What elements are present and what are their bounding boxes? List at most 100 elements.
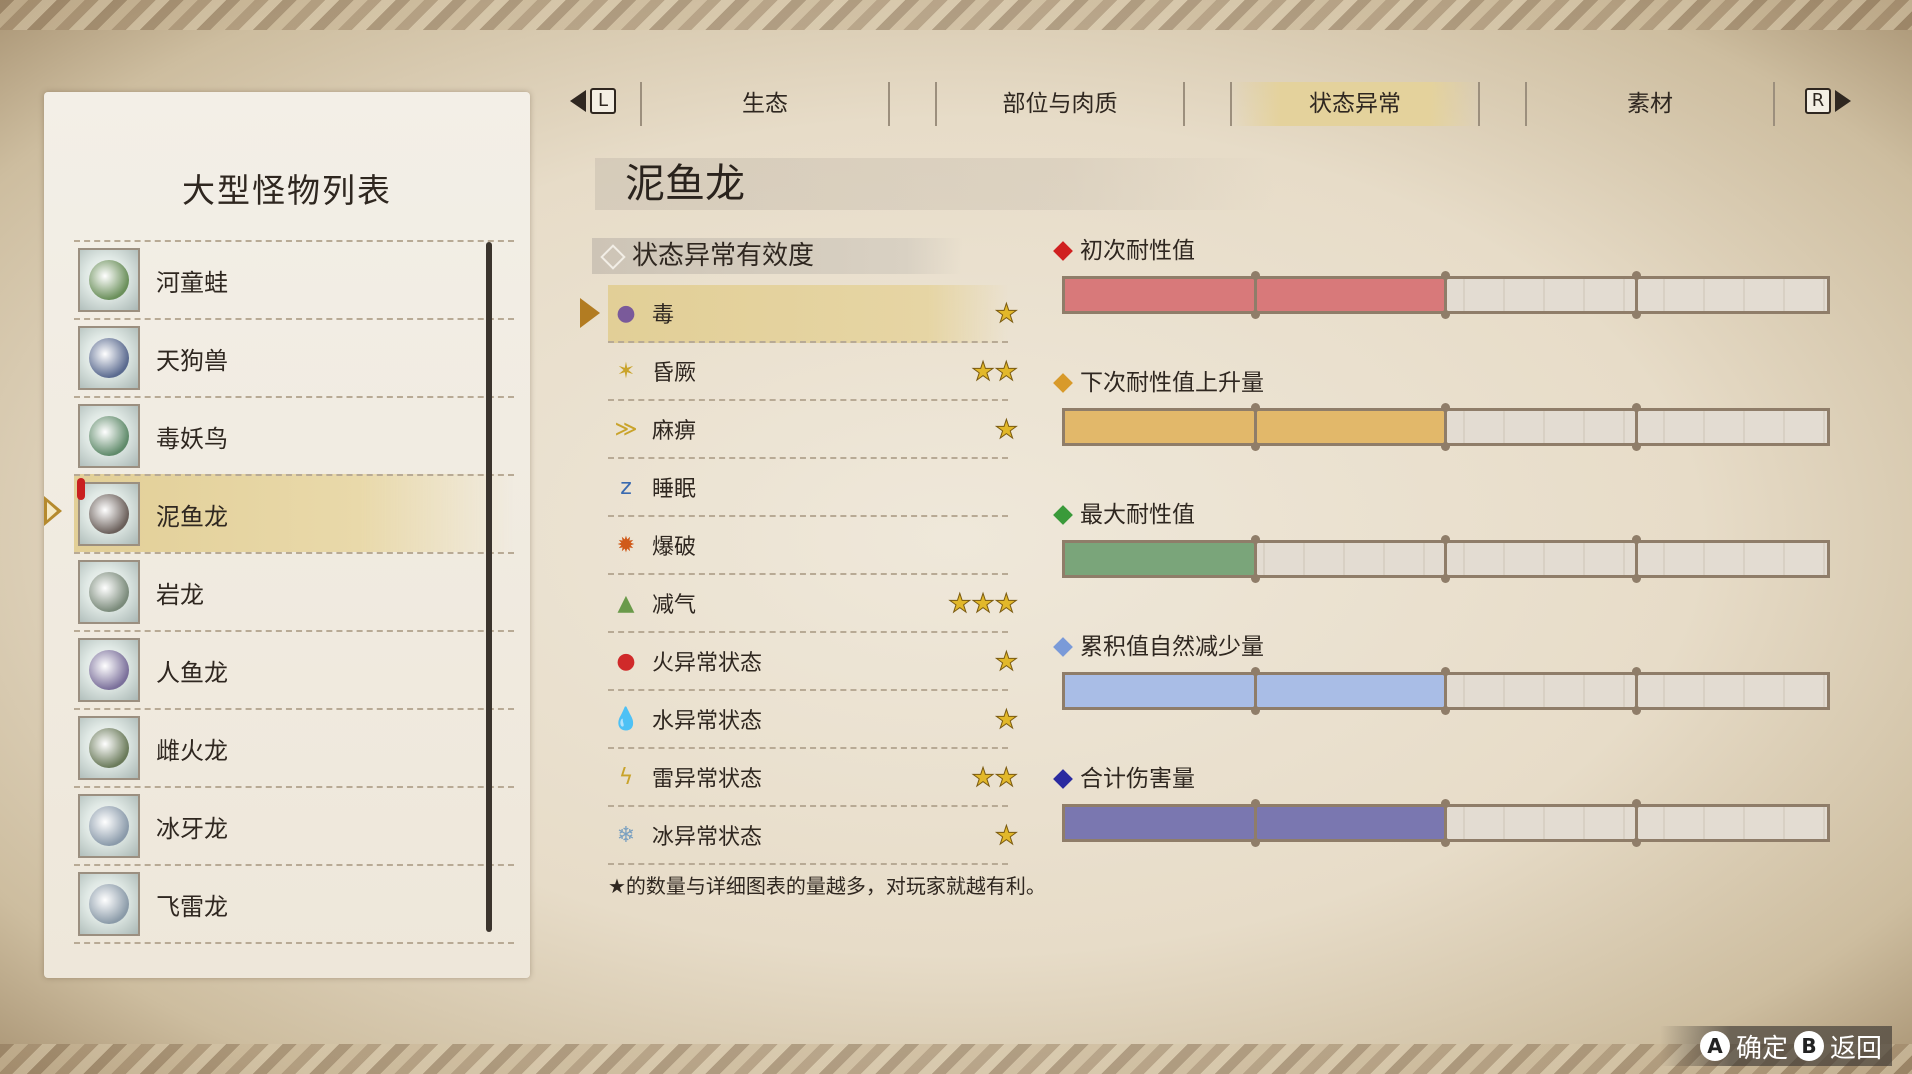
bar-divider [1250, 535, 1260, 583]
alert-icon [77, 478, 85, 500]
status-name: 昏厥 [652, 361, 697, 386]
bar-divider [1441, 403, 1450, 451]
tolerance-bar-track [1062, 271, 1830, 319]
bar-divider [1441, 271, 1450, 319]
tab-materials[interactable]: 素材 [1525, 82, 1775, 126]
back-button[interactable]: 返回 [1830, 1028, 1882, 1065]
monster-list-item[interactable]: 毒妖鸟 [74, 396, 514, 474]
monster-name: 飞雷龙 [156, 892, 228, 921]
tolerance-bar-title: 合计伤害量 [1080, 766, 1195, 792]
monster-list-item[interactable]: 河童蛙 [74, 240, 514, 318]
monster-list-item[interactable]: 岩龙 [74, 552, 514, 630]
tolerance-bar-track [1062, 535, 1830, 583]
status-row[interactable]: ✹ 爆破 [608, 517, 1008, 575]
exhaust-icon: ▲ [617, 590, 635, 616]
tolerance-bar-track [1062, 667, 1830, 715]
status-name: 睡眠 [652, 477, 697, 502]
monster-name: 毒妖鸟 [156, 424, 228, 453]
status-row[interactable]: ● 毒 ★ [580, 285, 1019, 343]
fire-icon: ● [616, 648, 636, 674]
tolerance-bar-group: 最大耐性值 [1050, 500, 1840, 600]
monster-silhouette-icon [89, 806, 129, 846]
diamond-marker-icon [1053, 373, 1073, 393]
monster-list-panel: 大型怪物列表 河童蛙 天狗兽 毒妖鸟 泥鱼龙 岩龙 人鱼龙 雌火龙 冰牙龙 飞雷龙 [44, 92, 530, 978]
monster-list-item[interactable]: 泥鱼龙 [44, 474, 514, 552]
monster-portrait-icon [78, 326, 140, 390]
tolerance-bar-group: 累积值自然减少量 [1050, 632, 1840, 732]
monster-portrait-icon [78, 560, 140, 624]
diamond-marker-icon [1053, 241, 1073, 261]
diamond-marker-icon [1053, 637, 1073, 657]
poison-icon: ● [616, 300, 636, 326]
star-rating: ★ [994, 299, 1018, 330]
bar-divider [1250, 799, 1260, 847]
monster-silhouette-icon [89, 338, 129, 378]
tab-ecology[interactable]: 生态 [640, 82, 890, 126]
b-button-icon: B [1793, 1031, 1824, 1061]
monster-name: 雌火龙 [156, 736, 228, 765]
triangle-left-icon [570, 90, 586, 112]
tab-next-button[interactable]: R [1805, 88, 1851, 114]
monster-list-item[interactable]: 冰牙龙 [74, 786, 514, 864]
tolerance-bar-fill [1065, 543, 1256, 575]
status-row[interactable]: ϟ 雷异常状态 ★★ [608, 749, 1018, 807]
monster-portrait-icon [78, 638, 140, 702]
monster-list-item[interactable]: 飞雷龙 [74, 864, 514, 944]
monster-silhouette-icon [89, 884, 129, 924]
monster-silhouette-icon [89, 494, 129, 534]
blast-icon: ✹ [616, 532, 636, 558]
paralysis-icon: ≫ [614, 416, 638, 442]
tab-prev-button[interactable]: L [570, 88, 616, 114]
l-key-icon: L [590, 88, 616, 114]
decorative-border-top [0, 0, 1912, 30]
status-row[interactable]: 💧 水异常状态 ★ [608, 691, 1019, 749]
tolerance-bar-label: 累积值自然减少量 [1050, 632, 1840, 662]
status-effectiveness-header: 状态异常有效度 [592, 238, 962, 274]
sleep-icon: z [620, 474, 632, 500]
tolerance-bar-label: 合计伤害量 [1050, 764, 1840, 794]
decorative-border-bottom [0, 1044, 1912, 1074]
triangle-right-icon [1835, 90, 1851, 112]
status-name: 雷异常状态 [652, 767, 763, 792]
status-name: 冰异常状态 [652, 825, 763, 850]
tolerance-bar-title: 最大耐性值 [1080, 502, 1195, 528]
diamond-icon [600, 244, 626, 270]
status-row[interactable]: ▲ 减气 ★★★ [608, 575, 1018, 633]
tolerance-bar-group: 初次耐性值 [1050, 236, 1840, 336]
status-name: 减气 [652, 593, 697, 618]
status-row[interactable]: ✶ 昏厥 ★★ [608, 343, 1018, 401]
monster-name: 冰牙龙 [156, 814, 228, 843]
bar-divider [1631, 271, 1641, 319]
star-rating: ★ [994, 415, 1018, 446]
monster-silhouette-icon [89, 260, 129, 300]
monster-portrait-icon [78, 248, 140, 312]
bar-divider [1631, 535, 1641, 583]
star-rating: ★★ [971, 763, 1019, 794]
status-row[interactable]: ● 火异常状态 ★ [608, 633, 1019, 691]
r-key-icon: R [1805, 88, 1831, 114]
monster-list-item[interactable]: 人鱼龙 [74, 630, 514, 708]
tab-status[interactable]: 状态异常 [1230, 82, 1480, 126]
status-name: 火异常状态 [652, 651, 763, 676]
confirm-button[interactable]: 确定 [1736, 1028, 1788, 1065]
bar-divider [1631, 799, 1641, 847]
monster-silhouette-icon [89, 728, 129, 768]
monster-list-item[interactable]: 雌火龙 [74, 708, 514, 786]
monster-list-scrollbar[interactable] [486, 242, 492, 932]
tab-bar: L 生态 部位与肉质 状态异常 素材 R [570, 82, 1860, 126]
tolerance-bar-label: 最大耐性值 [1050, 500, 1840, 530]
monster-list-item[interactable]: 天狗兽 [74, 318, 514, 396]
tolerance-bar-track [1062, 799, 1830, 847]
tab-parts[interactable]: 部位与肉质 [935, 82, 1185, 126]
bar-divider [1631, 667, 1641, 715]
star-rating: ★★ [971, 357, 1019, 388]
status-row[interactable]: ≫ 麻痹 ★ [608, 401, 1019, 459]
selection-arrow-icon [44, 496, 62, 526]
water-icon: 💧 [612, 706, 640, 732]
status-row[interactable]: ❄ 冰异常状态 ★ [608, 807, 1019, 865]
bar-divider [1631, 403, 1641, 451]
a-button-icon: A [1699, 1031, 1730, 1061]
tolerance-bar-track [1062, 403, 1830, 451]
status-row[interactable]: z 睡眠 [608, 459, 1008, 517]
diamond-marker-icon [1053, 769, 1073, 789]
